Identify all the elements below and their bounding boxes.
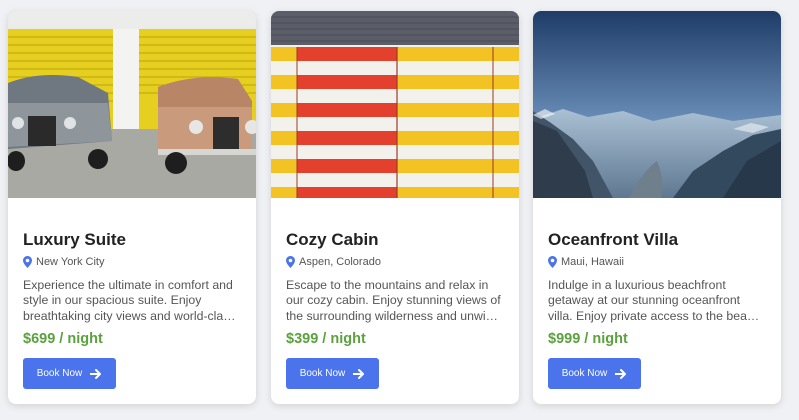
arrow-right-icon: [90, 368, 102, 379]
card-price: $699 / night: [23, 331, 103, 347]
book-now-label: Book Now: [36, 368, 83, 379]
card-title: Luxury Suite: [23, 230, 126, 249]
card-description: Indulge in a luxurious beachfront getawa…: [548, 278, 760, 323]
card-price: $399 / night: [286, 331, 366, 347]
listing-card: Cozy Cabin Aspen, Colorado Escape to the…: [271, 11, 519, 404]
card-location: Maui, Hawaii: [548, 256, 624, 268]
location-pin-icon: [23, 256, 32, 268]
book-now-button[interactable]: Book Now: [23, 358, 116, 389]
card-title: Oceanfront Villa: [548, 230, 679, 249]
card-image: [8, 11, 256, 198]
book-now-button[interactable]: Book Now: [548, 358, 641, 389]
book-now-label: Book Now: [561, 368, 608, 379]
listing-card: Luxury Suite New York City Experience th…: [8, 11, 256, 404]
card-location-text: New York City: [36, 256, 105, 268]
listing-card: Oceanfront Villa Maui, Hawaii Indulge in…: [533, 11, 781, 404]
card-title: Cozy Cabin: [286, 230, 379, 249]
card-location: Aspen, Colorado: [286, 256, 381, 268]
card-description: Experience the ultimate in comfort and s…: [23, 278, 236, 323]
card-price: $999 / night: [548, 331, 628, 347]
arrow-right-icon: [615, 368, 627, 379]
card-location-text: Maui, Hawaii: [561, 256, 624, 268]
card-image: [533, 11, 781, 198]
location-pin-icon: [286, 256, 295, 268]
card-image: [271, 11, 519, 198]
location-pin-icon: [548, 256, 557, 268]
book-now-label: Book Now: [299, 368, 346, 379]
book-now-button[interactable]: Book Now: [286, 358, 379, 389]
card-description: Escape to the mountains and relax in our…: [286, 278, 501, 323]
card-location: New York City: [23, 256, 104, 268]
card-location-text: Aspen, Colorado: [299, 256, 381, 268]
arrow-right-icon: [353, 368, 365, 379]
